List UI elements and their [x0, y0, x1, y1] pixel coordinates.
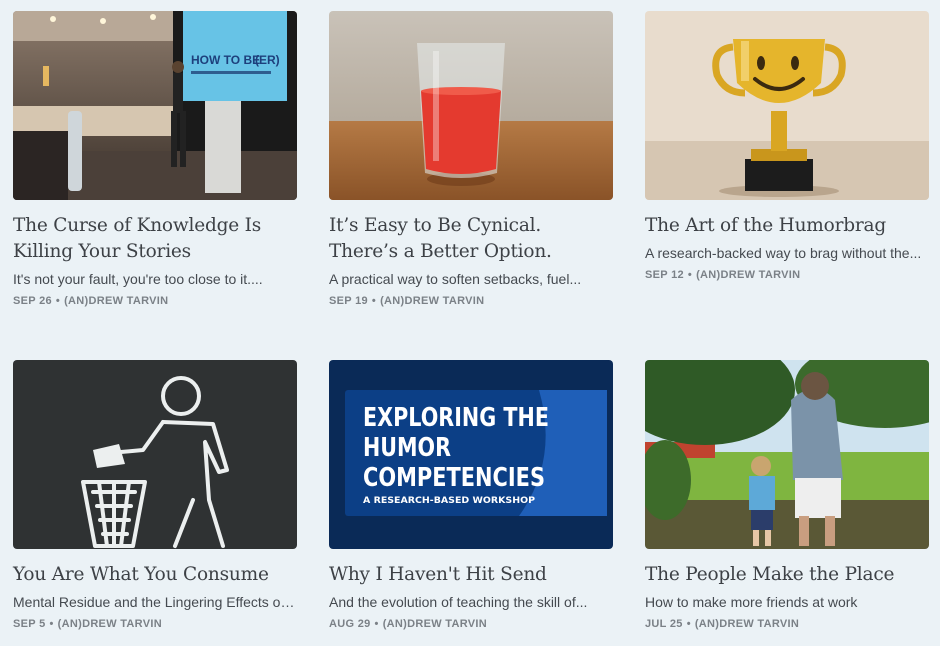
post-meta: JUL 25 • (AN)DREW TARVIN	[645, 617, 929, 631]
trash-can-chalk-image	[13, 360, 297, 549]
post-subtitle: And the evolution of teaching the skill …	[329, 594, 588, 610]
post-thumbnail[interactable]: EXPLORING THE HUMOR COMPETENCIES A RESEA…	[329, 360, 613, 549]
post-date: SEP 26	[13, 295, 52, 307]
meta-separator: •	[686, 618, 691, 630]
post-date: JUL 25	[645, 618, 683, 630]
meta-separator: •	[55, 295, 61, 307]
post-date: AUG 29	[329, 618, 371, 630]
post-author[interactable]: (AN)DREW TARVIN	[64, 295, 168, 307]
post-author[interactable]: (AN)DREW TARVIN	[58, 618, 162, 630]
svg-text:HUMOR: HUMOR	[363, 433, 451, 463]
post-title[interactable]: You Are What You Consume	[13, 562, 297, 588]
post-author[interactable]: (AN)DREW TARVIN	[380, 295, 484, 307]
post-subtitle: A research-backed way to brag without th…	[645, 245, 922, 261]
post-author[interactable]: (AN)DREW TARVIN	[695, 618, 799, 630]
post-meta: SEP 12 • (AN)DREW TARVIN	[645, 268, 929, 282]
red-drink-glass-image	[329, 11, 613, 200]
smiling-trophy-image	[645, 11, 929, 200]
speaker-on-stage-image: HOW TO BE (ER)	[13, 11, 297, 200]
post-subtitle: It's not your fault, you're too close to…	[13, 271, 263, 287]
post-thumbnail[interactable]	[645, 11, 929, 200]
post-date: SEP 5	[13, 618, 46, 630]
post-meta: AUG 29 • (AN)DREW TARVIN	[329, 617, 613, 631]
post-meta: SEP 5 • (AN)DREW TARVIN	[13, 617, 297, 631]
post-card[interactable]: The Art of the Humorbrag A research-back…	[645, 11, 929, 282]
post-subtitle: A practical way to soften setbacks, fuel…	[329, 271, 582, 287]
post-card[interactable]: The People Make the Place How to make mo…	[645, 360, 929, 631]
post-author[interactable]: (AN)DREW TARVIN	[696, 269, 800, 281]
meta-separator: •	[371, 295, 377, 307]
post-date: SEP 19	[329, 295, 368, 307]
meta-separator: •	[374, 618, 379, 630]
post-meta: SEP 19 • (AN)DREW TARVIN	[329, 294, 613, 308]
post-thumbnail[interactable]	[13, 360, 297, 549]
post-title[interactable]: Why I Haven't Hit Send	[329, 562, 613, 588]
post-thumbnail[interactable]: HOW TO BE (ER)	[13, 11, 297, 200]
svg-text:COMPETENCIES: COMPETENCIES	[363, 463, 545, 493]
svg-text:EXPLORING THE: EXPLORING THE	[363, 403, 549, 433]
post-title[interactable]: The Art of the Humorbrag	[645, 213, 929, 239]
post-card[interactable]: HOW TO BE (ER) The Curse of Knowledge Is…	[13, 11, 297, 308]
post-card[interactable]: You Are What You Consume Mental Residue …	[13, 360, 297, 631]
post-meta: SEP 26 • (AN)DREW TARVIN	[13, 294, 297, 308]
meta-separator: •	[49, 618, 54, 630]
post-author[interactable]: (AN)DREW TARVIN	[383, 618, 487, 630]
post-title[interactable]: It’s Easy to Be Cynical. There’s a Bette…	[329, 213, 613, 265]
post-subtitle: How to make more friends at work	[645, 594, 858, 610]
post-date: SEP 12	[645, 269, 684, 281]
post-title[interactable]: The Curse of Knowledge Is Killing Your S…	[13, 213, 297, 265]
svg-text:(ER): (ER)	[255, 53, 280, 67]
meta-separator: •	[687, 269, 693, 281]
post-card[interactable]: It’s Easy to Be Cynical. There’s a Bette…	[329, 11, 613, 308]
workshop-banner-image: EXPLORING THE HUMOR COMPETENCIES A RESEA…	[329, 360, 613, 549]
post-thumbnail[interactable]	[329, 11, 613, 200]
svg-text:HOW TO BE: HOW TO BE	[191, 53, 260, 67]
post-card[interactable]: EXPLORING THE HUMOR COMPETENCIES A RESEA…	[329, 360, 613, 631]
post-title[interactable]: The People Make the Place	[645, 562, 929, 588]
svg-text:A RESEARCH-BASED WORKSHOP: A RESEARCH-BASED WORKSHOP	[363, 496, 535, 506]
park-woman-child-image	[645, 360, 929, 549]
post-subtitle: Mental Residue and the Lingering Effects…	[13, 594, 297, 610]
post-thumbnail[interactable]	[645, 360, 929, 549]
